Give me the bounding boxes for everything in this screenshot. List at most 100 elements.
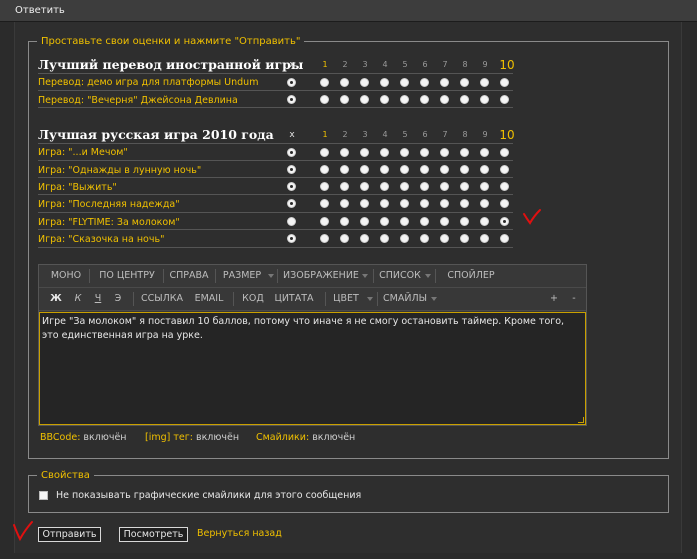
rating-radio-3[interactable] — [360, 234, 369, 243]
rating-radio-2[interactable] — [340, 165, 349, 174]
rating-radio-1[interactable] — [320, 95, 329, 104]
rating-radio-4[interactable] — [380, 165, 389, 174]
preview-button[interactable]: Посмотреть — [119, 527, 188, 542]
rating-radio-x[interactable] — [287, 165, 296, 174]
center-button[interactable]: ПО ЦЕНТРУ — [93, 265, 161, 287]
rating-radio-6[interactable] — [420, 199, 429, 208]
smilies-dropdown[interactable]: СМАЙЛЫ — [381, 288, 429, 310]
rating-radio-1[interactable] — [320, 234, 329, 243]
rating-radio-3[interactable] — [360, 95, 369, 104]
rating-radio-x[interactable] — [287, 148, 296, 157]
rating-radio-2[interactable] — [340, 148, 349, 157]
submit-button[interactable]: Отправить — [38, 527, 101, 542]
rating-radio-8[interactable] — [460, 199, 469, 208]
rating-radio-1[interactable] — [320, 217, 329, 226]
rating-radio-4[interactable] — [380, 199, 389, 208]
image-dropdown[interactable]: ИЗОБРАЖЕНИЕ — [281, 265, 361, 287]
rating-radio-10[interactable] — [500, 148, 509, 157]
rating-radio-5[interactable] — [400, 182, 409, 191]
spoiler-button[interactable]: СПОЙЛЕР — [441, 265, 501, 287]
rating-radio-8[interactable] — [460, 78, 469, 87]
rating-radio-8[interactable] — [460, 217, 469, 226]
rating-radio-6[interactable] — [420, 148, 429, 157]
rating-radio-x[interactable] — [287, 234, 296, 243]
rating-radio-4[interactable] — [380, 217, 389, 226]
rating-radio-4[interactable] — [380, 182, 389, 191]
rating-radio-2[interactable] — [340, 78, 349, 87]
rating-radio-4[interactable] — [380, 148, 389, 157]
rating-radio-8[interactable] — [460, 165, 469, 174]
rating-radio-x[interactable] — [287, 95, 296, 104]
rating-radio-7[interactable] — [440, 148, 449, 157]
rating-radio-5[interactable] — [400, 234, 409, 243]
rating-radio-5[interactable] — [400, 95, 409, 104]
rating-radio-10[interactable] — [500, 217, 509, 226]
rating-radio-8[interactable] — [460, 95, 469, 104]
rating-radio-3[interactable] — [360, 182, 369, 191]
resize-handle[interactable] — [578, 417, 584, 423]
rating-radio-9[interactable] — [480, 165, 489, 174]
rating-radio-8[interactable] — [460, 182, 469, 191]
rating-radio-5[interactable] — [400, 148, 409, 157]
rating-radio-10[interactable] — [500, 165, 509, 174]
rating-radio-10[interactable] — [500, 95, 509, 104]
rating-radio-8[interactable] — [460, 148, 469, 157]
rating-radio-10[interactable] — [500, 234, 509, 243]
rating-radio-1[interactable] — [320, 165, 329, 174]
disable-smilies-checkbox[interactable] — [39, 491, 48, 500]
rating-radio-1[interactable] — [320, 148, 329, 157]
rating-radio-3[interactable] — [360, 78, 369, 87]
rating-radio-2[interactable] — [340, 182, 349, 191]
rating-radio-2[interactable] — [340, 95, 349, 104]
rating-radio-7[interactable] — [440, 199, 449, 208]
rating-radio-6[interactable] — [420, 182, 429, 191]
message-textarea[interactable]: Игре "За молоком" я поставил 10 баллов, … — [39, 312, 586, 425]
rating-radio-7[interactable] — [440, 217, 449, 226]
rating-radio-x[interactable] — [287, 217, 296, 226]
rating-radio-3[interactable] — [360, 217, 369, 226]
rating-radio-10[interactable] — [500, 199, 509, 208]
rating-radio-4[interactable] — [380, 234, 389, 243]
list-dropdown[interactable]: СПИСОК — [377, 265, 423, 287]
size-dropdown[interactable]: РАЗМЕР — [219, 265, 265, 287]
rating-radio-9[interactable] — [480, 199, 489, 208]
rating-radio-6[interactable] — [420, 165, 429, 174]
rating-radio-9[interactable] — [480, 148, 489, 157]
rating-radio-5[interactable] — [400, 199, 409, 208]
rating-radio-6[interactable] — [420, 95, 429, 104]
rating-radio-9[interactable] — [480, 78, 489, 87]
rating-radio-9[interactable] — [480, 234, 489, 243]
rating-radio-7[interactable] — [440, 165, 449, 174]
rating-radio-5[interactable] — [400, 217, 409, 226]
rating-radio-7[interactable] — [440, 234, 449, 243]
quote-button[interactable]: ЦИТАТА — [271, 288, 317, 310]
strike-button[interactable]: Э — [111, 288, 125, 310]
rating-radio-9[interactable] — [480, 217, 489, 226]
bold-button[interactable]: Ж — [49, 288, 63, 310]
underline-button[interactable]: Ч — [91, 288, 105, 310]
enlarge-button[interactable]: + — [547, 288, 561, 310]
rating-radio-6[interactable] — [420, 234, 429, 243]
rating-radio-6[interactable] — [420, 78, 429, 87]
back-link[interactable]: Вернуться назад — [197, 528, 282, 539]
rating-radio-2[interactable] — [340, 217, 349, 226]
rating-radio-1[interactable] — [320, 182, 329, 191]
rating-radio-x[interactable] — [287, 199, 296, 208]
rating-radio-2[interactable] — [340, 199, 349, 208]
rating-radio-7[interactable] — [440, 78, 449, 87]
right-align-button[interactable]: СПРАВА — [165, 265, 213, 287]
rating-radio-10[interactable] — [500, 78, 509, 87]
code-button[interactable]: КОД — [237, 288, 269, 310]
rating-radio-3[interactable] — [360, 199, 369, 208]
rating-radio-4[interactable] — [380, 78, 389, 87]
rating-radio-2[interactable] — [340, 234, 349, 243]
rating-radio-1[interactable] — [320, 78, 329, 87]
rating-radio-3[interactable] — [360, 165, 369, 174]
rating-radio-x[interactable] — [287, 182, 296, 191]
italic-button[interactable]: К — [71, 288, 85, 310]
mono-button[interactable]: МОНО — [47, 265, 85, 287]
rating-radio-7[interactable] — [440, 95, 449, 104]
email-button[interactable]: EMAIL — [191, 288, 227, 310]
rating-radio-3[interactable] — [360, 148, 369, 157]
color-dropdown[interactable]: ЦВЕТ — [329, 288, 363, 310]
